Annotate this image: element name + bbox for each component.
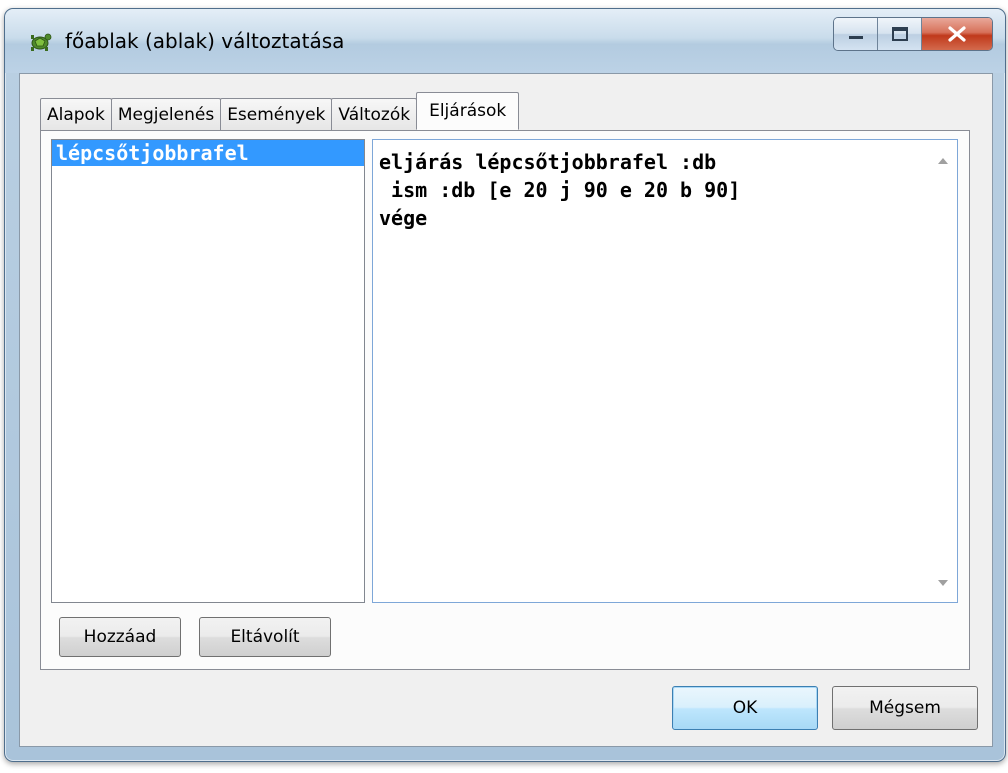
scroll-down-icon[interactable] [938,580,948,586]
tab-strip: Alapok Megjelenés Események Változók Elj… [40,92,520,130]
list-item[interactable]: lépcsőtjobbrafel [52,140,364,166]
tab-eljarasok[interactable]: Eljárások [416,92,520,130]
scroll-up-icon[interactable] [938,158,948,164]
dialog-window: főablak (ablak) változtatása Alapok Megj… [4,8,1006,762]
dialog-body: Alapok Megjelenés Események Változók Elj… [19,73,993,747]
procedure-list[interactable]: lépcsőtjobbrafel [51,139,365,603]
caption-buttons [833,17,993,51]
minimize-icon [848,36,863,39]
turtle-app-icon [27,29,53,55]
procedure-code[interactable]: eljárás lépcsőtjobbrafel :db ism :db [e … [379,148,740,232]
minimize-button[interactable] [834,18,878,50]
remove-button[interactable]: Eltávolít [199,617,331,657]
window-title: főablak (ablak) változtatása [65,29,345,53]
close-icon [948,26,966,42]
procedures-panel: lépcsőtjobbrafel eljárás lépcsőtjobbrafe… [40,130,970,670]
tab-megjelenes[interactable]: Megjelenés [110,98,222,130]
maximize-button[interactable] [878,18,922,50]
add-button[interactable]: Hozzáad [59,617,181,657]
tab-alapok[interactable]: Alapok [40,98,112,130]
maximize-icon [891,27,908,41]
cancel-button[interactable]: Mégsem [832,686,978,730]
close-button[interactable] [922,18,992,50]
title-bar[interactable]: főablak (ablak) változtatása [5,9,1005,73]
editor-scrollbar[interactable] [929,140,957,602]
tab-esemenyek[interactable]: Események [220,98,333,130]
code-editor[interactable]: eljárás lépcsőtjobbrafel :db ism :db [e … [372,139,958,603]
ok-button[interactable]: OK [672,686,818,730]
tab-valtozok[interactable]: Változók [331,98,418,130]
